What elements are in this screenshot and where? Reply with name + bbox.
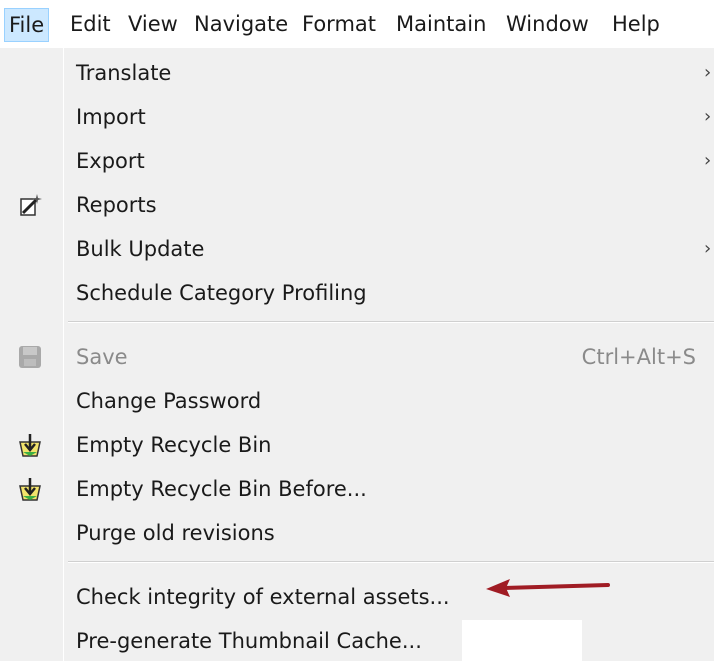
- menu-item-purge-old-revisions[interactable]: Purge old revisions: [0, 511, 714, 555]
- submenu-chevron-icon: ›: [704, 62, 712, 83]
- menu-item-change-password[interactable]: Change Password: [0, 379, 714, 423]
- menu-file[interactable]: File: [4, 8, 50, 42]
- menu-item-label: Translate: [76, 61, 172, 85]
- menu-item-label: Check integrity of external assets...: [76, 585, 450, 609]
- menu-view-label: View: [128, 12, 178, 36]
- menu-navigate[interactable]: Navigate: [194, 8, 288, 42]
- menu-item-empty-recycle-bin[interactable]: Empty Recycle Bin: [0, 423, 714, 467]
- menu-help[interactable]: Help: [612, 8, 660, 42]
- recycle-bin-icon: [19, 434, 41, 457]
- submenu-chevron-icon: ›: [704, 150, 712, 171]
- menu-maintain[interactable]: Maintain: [396, 8, 486, 42]
- menu-item-label: Pre-generate Thumbnail Cache...: [76, 629, 422, 653]
- menu-item-label: Save: [76, 345, 128, 369]
- annotation-arrow-icon: [486, 579, 610, 597]
- redaction-box: [462, 620, 582, 661]
- menu-format[interactable]: Format: [302, 8, 376, 42]
- menu-bar: File Edit View Navigate Format Maintain …: [0, 0, 714, 48]
- menu-item-reports[interactable]: Reports: [0, 183, 714, 227]
- menu-help-label: Help: [612, 12, 660, 36]
- menu-window-label: Window: [506, 12, 589, 36]
- menu-item-pregenerate-thumbnail-cache[interactable]: Pre-generate Thumbnail Cache...: [0, 619, 714, 661]
- menu-item-label: Reports: [76, 193, 157, 217]
- menu-item-translate[interactable]: Translate ›: [0, 51, 714, 95]
- menu-view[interactable]: View: [128, 8, 178, 42]
- menu-item-empty-recycle-bin-before[interactable]: Empty Recycle Bin Before...: [0, 467, 714, 511]
- menu-item-export[interactable]: Export ›: [0, 139, 714, 183]
- menu-format-label: Format: [302, 12, 377, 36]
- menu-edit-label: Edit: [70, 12, 111, 36]
- menu-item-schedule-category-profiling[interactable]: Schedule Category Profiling: [0, 271, 714, 315]
- menu-maintain-label: Maintain: [396, 12, 487, 36]
- menu-separator: [68, 321, 714, 323]
- menu-item-save[interactable]: Save Ctrl+Alt+S: [0, 335, 714, 379]
- wand-icon: [20, 194, 42, 216]
- menu-item-label: Schedule Category Profiling: [76, 281, 367, 305]
- menu-item-label: Purge old revisions: [76, 521, 275, 545]
- menu-edit[interactable]: Edit: [70, 8, 111, 42]
- menu-item-label: Export: [76, 149, 145, 173]
- recycle-bin-icon: [19, 478, 41, 501]
- menu-item-label: Empty Recycle Bin: [76, 433, 272, 457]
- file-menu-dropdown: Translate › Import › Export › Reports Bu…: [0, 48, 714, 661]
- submenu-chevron-icon: ›: [704, 106, 712, 127]
- menu-item-label: Change Password: [76, 389, 262, 413]
- menu-navigate-label: Navigate: [194, 12, 289, 36]
- menu-item-bulk-update[interactable]: Bulk Update ›: [0, 227, 714, 271]
- menu-file-label: File: [9, 13, 45, 37]
- menu-item-label: Empty Recycle Bin Before...: [76, 477, 367, 501]
- menu-item-label: Bulk Update: [76, 237, 205, 261]
- submenu-chevron-icon: ›: [704, 238, 712, 259]
- menu-item-shortcut: Ctrl+Alt+S: [581, 345, 696, 369]
- menu-item-label: Import: [76, 105, 146, 129]
- save-icon: [19, 346, 41, 368]
- menu-separator: [68, 561, 714, 563]
- menu-item-import[interactable]: Import ›: [0, 95, 714, 139]
- menu-window[interactable]: Window: [506, 8, 589, 42]
